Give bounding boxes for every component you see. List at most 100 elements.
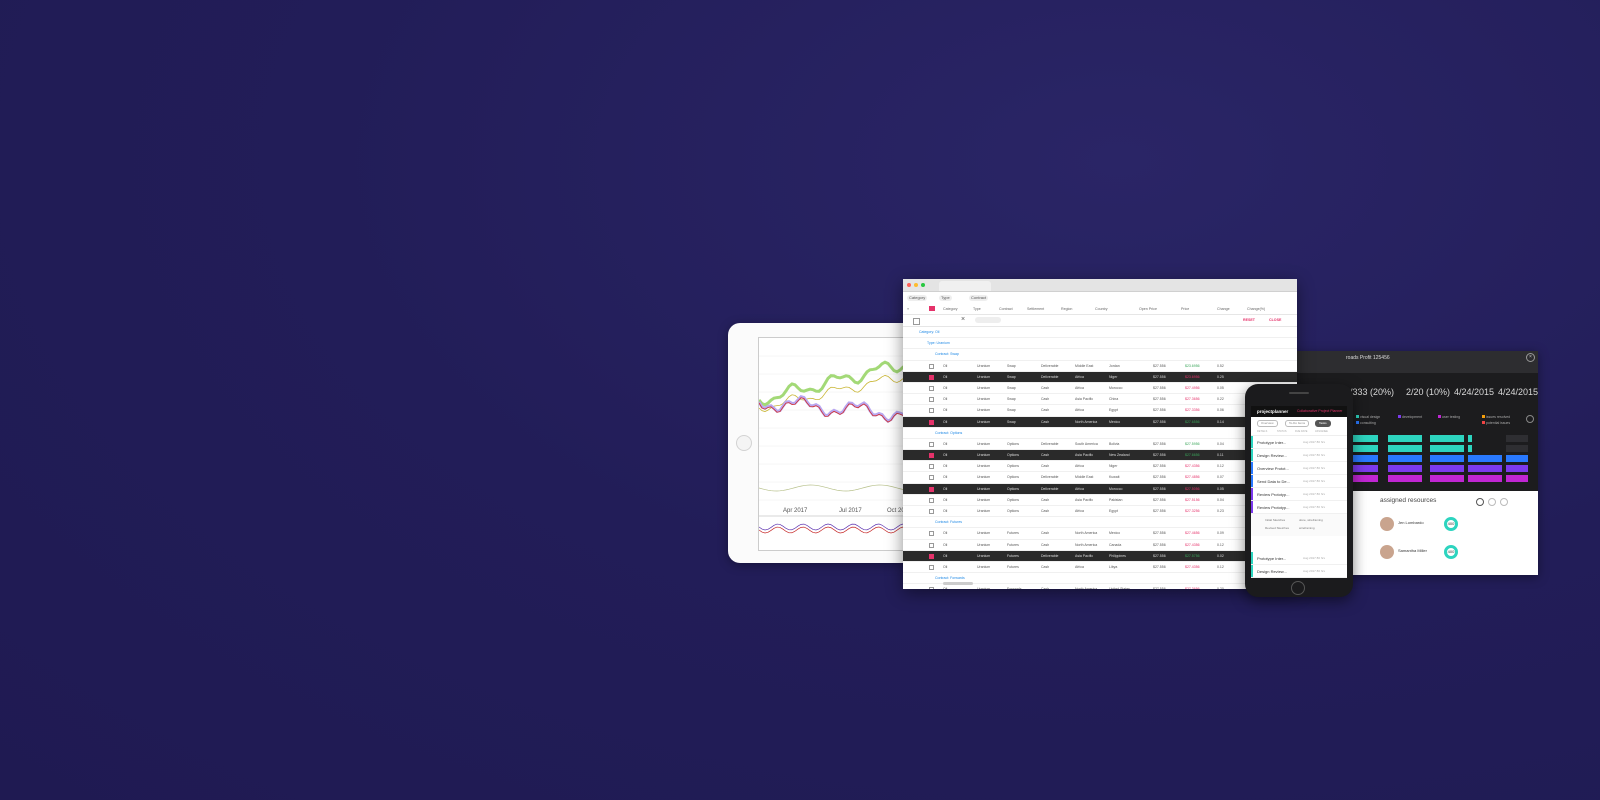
clear-icon[interactable]: × [961, 316, 965, 323]
row-checkbox[interactable] [929, 564, 934, 570]
row-checkbox[interactable] [929, 587, 934, 589]
browser-tab[interactable] [939, 281, 991, 291]
tab-overview[interactable]: Overview [1257, 420, 1278, 427]
task-meta: Aug 2017 80 hrs [1303, 453, 1326, 457]
task-item[interactable]: Overview Protot... Aug 2017 80 hrs [1251, 462, 1347, 475]
table-row[interactable]: Oil Uranium Swap Cash North America Mexico $27… [903, 416, 1297, 428]
group-row[interactable]: Contract: Swap [903, 349, 1297, 361]
task-item[interactable]: Prototype Inter... Aug 2017 80 hrs [1251, 436, 1347, 449]
table-row[interactable]: Oil Uranium Options Deliverable Africa Morocc… [903, 483, 1297, 495]
table-row[interactable]: Oil Uranium Swap Cash Asia Pacific China $27.5… [903, 394, 1297, 406]
gantt-bar [1468, 465, 1502, 472]
row-checkbox[interactable] [929, 385, 934, 391]
phone-home-button[interactable] [1291, 581, 1305, 595]
row-checkbox[interactable] [929, 441, 934, 447]
column-header[interactable]: Settlement [1027, 307, 1044, 311]
task-item[interactable]: Review Prototyp... Aug 2017 80 hrs [1251, 501, 1347, 514]
phone-screen: projectplanner Collaborative Project Pla… [1251, 406, 1347, 578]
row-checkbox[interactable] [929, 509, 934, 514]
menu-icon[interactable]: ≡ [907, 307, 909, 311]
row-checkbox[interactable] [929, 531, 934, 537]
column-header[interactable]: Change(%) [1247, 307, 1265, 311]
table-row[interactable]: Oil Uranium Swap Deliverable Africa Niger $27.… [903, 371, 1297, 383]
row-checkbox[interactable] [929, 464, 934, 470]
cell: Africa [1075, 486, 1084, 491]
close-icon[interactable]: × [1526, 353, 1535, 362]
close-window-button[interactable] [907, 283, 911, 287]
row-checkbox[interactable] [929, 453, 934, 459]
tab-todo-items[interactable]: To-Do Items [1285, 420, 1310, 427]
table-row[interactable]: Oil Uranium Options Cash Asia Pacific New Zea… [903, 450, 1297, 462]
filter-chip[interactable] [975, 317, 1001, 323]
table-row[interactable]: Oil Uranium Futures Cash North America Canada… [903, 540, 1297, 551]
user-icon[interactable] [1476, 498, 1484, 506]
row-checkbox[interactable] [929, 419, 934, 425]
column-header[interactable]: Category [943, 307, 958, 311]
row-checkbox[interactable] [929, 475, 934, 481]
cell: Africa [1075, 385, 1084, 390]
group-chip-type[interactable]: Type [939, 295, 952, 301]
window-titlebar [903, 279, 1297, 292]
table-row[interactable]: Oil Uranium Futures Cash Africa Libya $27.556 $… [903, 562, 1297, 574]
column-header[interactable]: Contract [999, 307, 1013, 311]
info-icon[interactable] [1526, 415, 1534, 423]
table-row[interactable]: Oil Uranium Options Cash Asia Pacific Pakista… [903, 495, 1297, 506]
column-header[interactable]: Region [1061, 307, 1072, 311]
task-item[interactable]: Design Review... Aug 2017 80 hrs [1251, 449, 1347, 462]
table-row[interactable]: Oil Uranium Options Deliverable Middle East K… [903, 472, 1297, 484]
group-chip-category[interactable]: Category [907, 295, 928, 301]
cell: Asia Pacific [1075, 397, 1094, 402]
row-checkbox[interactable] [929, 408, 934, 414]
cell: Uranium [977, 363, 991, 368]
table-row[interactable]: Oil Uranium Swap Cash Africa Egypt $27.556 $27.… [903, 405, 1297, 417]
cell: $27.556 [1153, 486, 1166, 491]
table-row[interactable]: Oil Uranium Futures Cash North America Mexico… [903, 528, 1297, 540]
column-header[interactable]: Open Price [1139, 307, 1157, 311]
column-header[interactable]: Type [973, 307, 981, 311]
task-item[interactable]: Design Review... Aug 2017 80 hrs [1251, 565, 1347, 578]
reset-button[interactable]: RESET [1243, 318, 1255, 322]
cell: Asia Pacific [1075, 553, 1094, 558]
row-checkbox[interactable] [929, 486, 934, 492]
row-checkbox[interactable] [929, 374, 934, 380]
cell: $27.556 [1153, 464, 1166, 469]
zoom-window-button[interactable] [921, 283, 925, 287]
table-row[interactable]: Oil Uranium Swap Cash Africa Morocco $27.556 $2… [903, 383, 1297, 395]
group-row[interactable]: Category: Oil [903, 327, 1297, 339]
column-header[interactable]: Change [1217, 307, 1230, 311]
column-header[interactable]: Country [1095, 307, 1108, 311]
row-checkbox[interactable] [929, 397, 934, 403]
select-all-checkbox[interactable] [929, 306, 935, 311]
task-item[interactable]: Prototype Inter... Aug 2017 80 hrs [1251, 552, 1347, 565]
task-title: Design Review... [1257, 453, 1287, 458]
table-row[interactable]: Oil Uranium Futures Deliverable Asia Pacific… [903, 550, 1297, 562]
task-subitems: Initial Sketches done, wireframing Revis… [1251, 514, 1347, 536]
group-row[interactable]: Type: Uranium [903, 338, 1297, 350]
group-chip-contract[interactable]: Contract [969, 295, 989, 301]
group-row[interactable]: Contract: Options [903, 428, 1297, 439]
table-row[interactable]: Oil Uranium Options Cash Africa Niger $27.556 $… [903, 461, 1297, 473]
task-item[interactable]: Review Prototyp... Aug 2017 80 hrs [1251, 488, 1347, 501]
cell: $27.6656 [1185, 453, 1200, 458]
table-row[interactable]: Oil Uranium Options Cash Africa Egypt $27.556 $… [903, 506, 1297, 518]
table-row[interactable]: Oil Uranium Options Deliverable South Americ… [903, 439, 1297, 451]
row-checkbox[interactable] [929, 542, 934, 548]
tab-tasks[interactable]: Tasks [1315, 420, 1331, 427]
group-row[interactable]: Contract: Futures [903, 517, 1297, 529]
task-item[interactable]: Send Data to De... Aug 2017 80 hrs [1251, 475, 1347, 488]
column-header[interactable]: Price [1181, 307, 1189, 311]
resource-row[interactable]: Samantha Miller 400 [1380, 545, 1530, 561]
row-checkbox[interactable] [929, 497, 934, 503]
resource-row[interactable]: Jen Lombardo 400 [1380, 517, 1530, 533]
table-row[interactable]: Oil Uranium Swap Deliverable Middle East Jord… [903, 361, 1297, 372]
minimize-window-button[interactable] [914, 283, 918, 287]
close-button[interactable]: CLOSE [1269, 318, 1281, 322]
plus-icon[interactable] [1500, 498, 1508, 506]
row-checkbox[interactable] [929, 553, 934, 559]
horizontal-scrollbar[interactable] [943, 582, 973, 585]
edit-icon[interactable] [913, 318, 920, 325]
minus-icon[interactable] [1488, 498, 1496, 506]
cell: $27.5156 [1185, 497, 1200, 502]
table-row[interactable]: Oil Uranium Forwards Cash North America Unite… [903, 584, 1297, 589]
row-checkbox[interactable] [929, 363, 934, 369]
